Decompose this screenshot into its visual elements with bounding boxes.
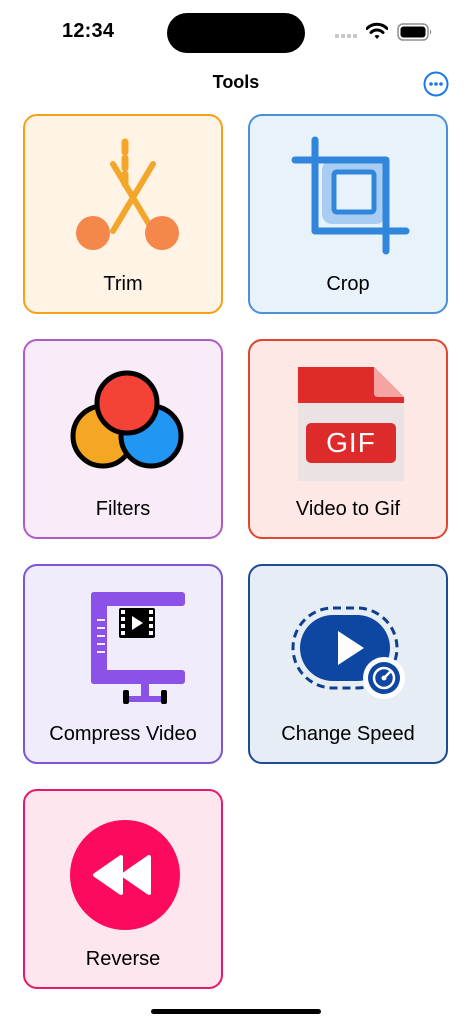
tool-tile-compress-video[interactable]: Compress Video (23, 564, 223, 764)
status-bar: 12:34 (0, 0, 472, 62)
tool-tile-reverse[interactable]: Reverse (23, 789, 223, 989)
tool-label: Video to Gif (295, 498, 401, 520)
gif-file-icon: GIF (298, 367, 404, 481)
tool-tile-crop[interactable]: Crop (248, 114, 448, 314)
status-time: 12:34 (62, 20, 115, 42)
home-indicator[interactable] (151, 1009, 321, 1014)
tool-label: Reverse (85, 948, 161, 970)
tool-label: Change Speed (281, 723, 415, 745)
battery-icon (397, 23, 432, 41)
scissors-icon (76, 138, 179, 250)
tool-tile-video-to-gif[interactable]: GIF Video to Gif (248, 339, 448, 539)
rewind-icon (70, 820, 180, 930)
speed-play-icon (291, 606, 405, 699)
svg-text:GIF: GIF (326, 427, 376, 458)
tool-label: Trim (103, 273, 143, 295)
ellipsis-circle-icon[interactable] (423, 71, 449, 97)
tool-tile-change-speed[interactable]: Change Speed (248, 564, 448, 764)
tool-label: Filters (95, 498, 151, 520)
color-circles-icon (70, 370, 184, 469)
wifi-icon (366, 22, 388, 39)
page-title: Tools (212, 72, 260, 92)
tool-tile-trim[interactable]: Trim (23, 114, 223, 314)
tool-label: Compress Video (49, 723, 197, 745)
cellular-signal-icon (335, 34, 357, 38)
tool-label: Crop (326, 273, 370, 295)
clamp-compress-icon (91, 592, 185, 704)
tool-tile-filters[interactable]: Filters (23, 339, 223, 539)
crop-icon (291, 136, 410, 255)
dynamic-island (167, 13, 305, 53)
